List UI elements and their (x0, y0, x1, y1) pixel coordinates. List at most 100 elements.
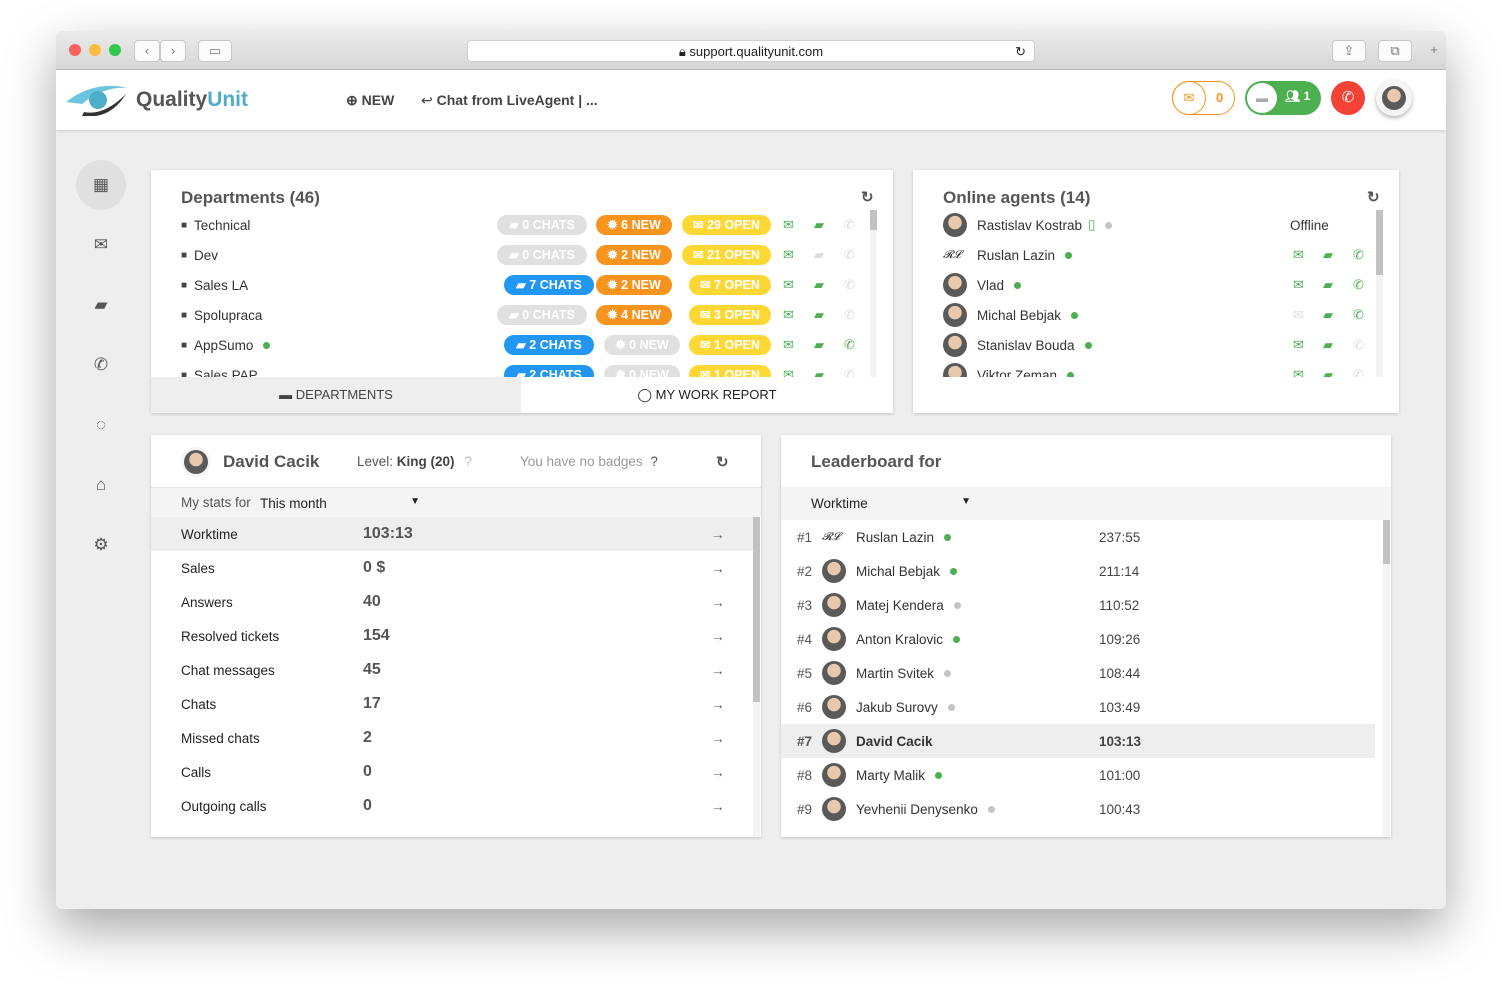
arrow-right-icon[interactable]: → (711, 527, 725, 542)
open-badge[interactable]: ✉ 21 OPEN (682, 245, 771, 265)
mail-icon[interactable]: ✉ (1293, 337, 1304, 353)
arrow-right-icon[interactable]: → (711, 629, 725, 644)
sidebar-item-chats[interactable]: ▰ (76, 280, 126, 330)
new-badge[interactable]: ✹ 0 NEW (604, 335, 680, 355)
phone-icon[interactable]: ✆ (1353, 337, 1364, 353)
mail-icon[interactable]: ✉ (1293, 307, 1304, 323)
arrow-right-icon[interactable]: → (711, 595, 725, 610)
phone-icon[interactable]: ✆ (844, 247, 855, 263)
mail-icon[interactable]: ✉ (783, 277, 794, 293)
mail-icon[interactable]: ✉ (783, 337, 794, 353)
chat-icon[interactable]: ▰ (1323, 307, 1333, 323)
phone-icon[interactable]: ✆ (844, 307, 855, 323)
stat-row[interactable]: Missed chats 2 → (151, 721, 753, 755)
minimize-window-button[interactable] (89, 44, 101, 56)
forward-button[interactable]: › (160, 40, 186, 62)
new-button[interactable]: ⊕ NEW (346, 92, 394, 109)
address-bar[interactable]: 🔒︎ support.qualityunit.com ↻ (467, 40, 1035, 62)
badges-help-icon[interactable]: ? (650, 454, 658, 469)
chat-icon[interactable]: ▰ (814, 247, 824, 263)
mail-icon[interactable]: ✉ (783, 247, 794, 263)
department-row[interactable]: ■ Spolupraca ▰ 0 CHATS ✹ 4 NEW ✉ 3 OPEN … (181, 300, 861, 330)
department-row[interactable]: ■ Technical ▰ 0 CHATS ✹ 6 NEW ✉ 29 OPEN … (181, 210, 861, 240)
agent-row[interactable]: Vlad ✉ ▰ ✆ (943, 270, 1378, 300)
mail-status-toggle[interactable]: ✉ 0 (1172, 81, 1235, 115)
chat-icon[interactable]: ▰ (814, 217, 824, 233)
mail-icon[interactable]: ✉ (783, 307, 794, 323)
sidebar-item-reports[interactable]: ◌ (76, 400, 126, 450)
agent-row[interactable]: Stanislav Bouda ✉ ▰ ✆ (943, 330, 1378, 360)
chats-badge[interactable]: ▰ 2 CHATS (504, 335, 594, 355)
department-row[interactable]: ■ AppSumo ▰ 2 CHATS ✹ 0 NEW ✉ 1 OPEN ✉ ▰… (181, 330, 861, 360)
open-badge[interactable]: ✉ 7 OPEN (689, 275, 771, 295)
leaderboard-row[interactable]: #4 Anton Kralovic 109:26 (781, 622, 1375, 656)
new-badge[interactable]: ✹ 0 NEW (604, 365, 680, 377)
stat-row[interactable]: Sales 0 $ → (151, 551, 753, 585)
agent-row[interactable]: Rastislav Kostrab ▯ Offline (943, 210, 1378, 240)
phone-icon[interactable]: ✆ (1353, 247, 1364, 263)
new-badge[interactable]: ✹ 2 NEW (596, 275, 672, 295)
mail-icon[interactable]: ✉ (783, 217, 794, 233)
leaderboard-row[interactable]: #7 David Cacik 103:13 (781, 724, 1375, 758)
chat-icon[interactable]: ▰ (1323, 337, 1333, 353)
maximize-window-button[interactable] (109, 44, 121, 56)
scrollbar[interactable] (1376, 210, 1383, 377)
level-help-icon[interactable]: ? (464, 454, 472, 469)
leaderboard-row[interactable]: #3 Matej Kendera 110:52 (781, 588, 1375, 622)
scrollbar[interactable] (870, 210, 877, 377)
phone-button[interactable]: ✆ (1331, 81, 1365, 115)
new-badge[interactable]: ✹ 4 NEW (596, 305, 672, 325)
leaderboard-row[interactable]: #9 Yevhenii Denysenko 100:43 (781, 792, 1375, 826)
arrow-right-icon[interactable]: → (711, 697, 725, 712)
arrow-right-icon[interactable]: → (711, 561, 725, 576)
stat-row[interactable]: Worktime 103:13 → (151, 517, 753, 551)
scrollbar[interactable] (1383, 520, 1390, 837)
chat-status-toggle[interactable]: ▬ 👥︎ 1 (1245, 81, 1321, 115)
sidebar-item-settings[interactable]: ⚙ (76, 520, 126, 570)
leaderboard-row[interactable]: #1 𝓡𝓛 Ruslan Lazin 237:55 (781, 520, 1375, 554)
chat-icon[interactable]: ▰ (814, 307, 824, 323)
stat-row[interactable]: Chats 17 → (151, 687, 753, 721)
phone-icon[interactable]: ✆ (1353, 277, 1364, 293)
open-badge[interactable]: ✉ 1 OPEN (689, 335, 771, 355)
department-row[interactable]: ■ Sales LA ▰ 7 CHATS ✹ 2 NEW ✉ 7 OPEN ✉ … (181, 270, 861, 300)
period-select[interactable]: This month ▼ (260, 496, 420, 511)
leaderboard-row[interactable]: #8 Marty Malik 101:00 (781, 758, 1375, 792)
new-tab-button[interactable]: + (1422, 40, 1446, 62)
phone-icon[interactable]: ✆ (844, 277, 855, 293)
agent-row[interactable]: Michal Bebjak ✉ ▰ ✆ (943, 300, 1378, 330)
metric-select[interactable]: Worktime ▼ (811, 496, 971, 511)
user-avatar[interactable] (1376, 80, 1412, 116)
new-badge[interactable]: ✹ 6 NEW (596, 215, 672, 235)
leaderboard-row[interactable]: #6 Jakub Surovy 103:49 (781, 690, 1375, 724)
mail-icon[interactable]: ✉ (1293, 277, 1304, 293)
chat-icon[interactable]: ▰ (814, 277, 824, 293)
chat-icon[interactable]: ▰ (814, 367, 824, 377)
chats-badge[interactable]: ▰ 0 CHATS (497, 305, 587, 325)
phone-icon[interactable]: ✆ (844, 217, 855, 233)
mail-icon[interactable]: ✉ (783, 367, 794, 377)
tab-my-work-report[interactable]: ◯ MY WORK REPORT (521, 377, 893, 413)
chats-badge[interactable]: ▰ 7 CHATS (504, 275, 594, 295)
share-icon[interactable]: ⇪ (1332, 40, 1366, 62)
sidebar-item-tickets[interactable]: ✉ (76, 220, 126, 270)
agent-row[interactable]: Viktor Zeman ✉ ▰ ✆ (943, 360, 1378, 377)
close-window-button[interactable] (69, 44, 81, 56)
department-row[interactable]: ■ Dev ▰ 0 CHATS ✹ 2 NEW ✉ 21 OPEN ✉ ▰ ✆ (181, 240, 861, 270)
arrow-right-icon[interactable]: → (711, 731, 725, 746)
refresh-icon[interactable]: ↻ (1367, 188, 1380, 206)
chat-icon[interactable]: ▰ (1323, 247, 1333, 263)
chats-badge[interactable]: ▰ 0 CHATS (497, 245, 587, 265)
arrow-right-icon[interactable]: → (711, 663, 725, 678)
open-badge[interactable]: ✉ 3 OPEN (689, 305, 771, 325)
refresh-icon[interactable]: ↻ (861, 188, 874, 206)
stat-row[interactable]: Calls 0 → (151, 755, 753, 789)
open-badge[interactable]: ✉ 29 OPEN (682, 215, 771, 235)
arrow-right-icon[interactable]: → (711, 765, 725, 780)
sidebar-toggle-icon[interactable]: ▭ (198, 40, 232, 62)
sidebar-item-calls[interactable]: ✆ (76, 340, 126, 390)
chat-icon[interactable]: ▰ (1323, 277, 1333, 293)
phone-icon[interactable]: ✆ (1353, 307, 1364, 323)
leaderboard-row[interactable]: #2 Michal Bebjak 211:14 (781, 554, 1375, 588)
chats-badge[interactable]: ▰ 2 CHATS (504, 365, 594, 377)
